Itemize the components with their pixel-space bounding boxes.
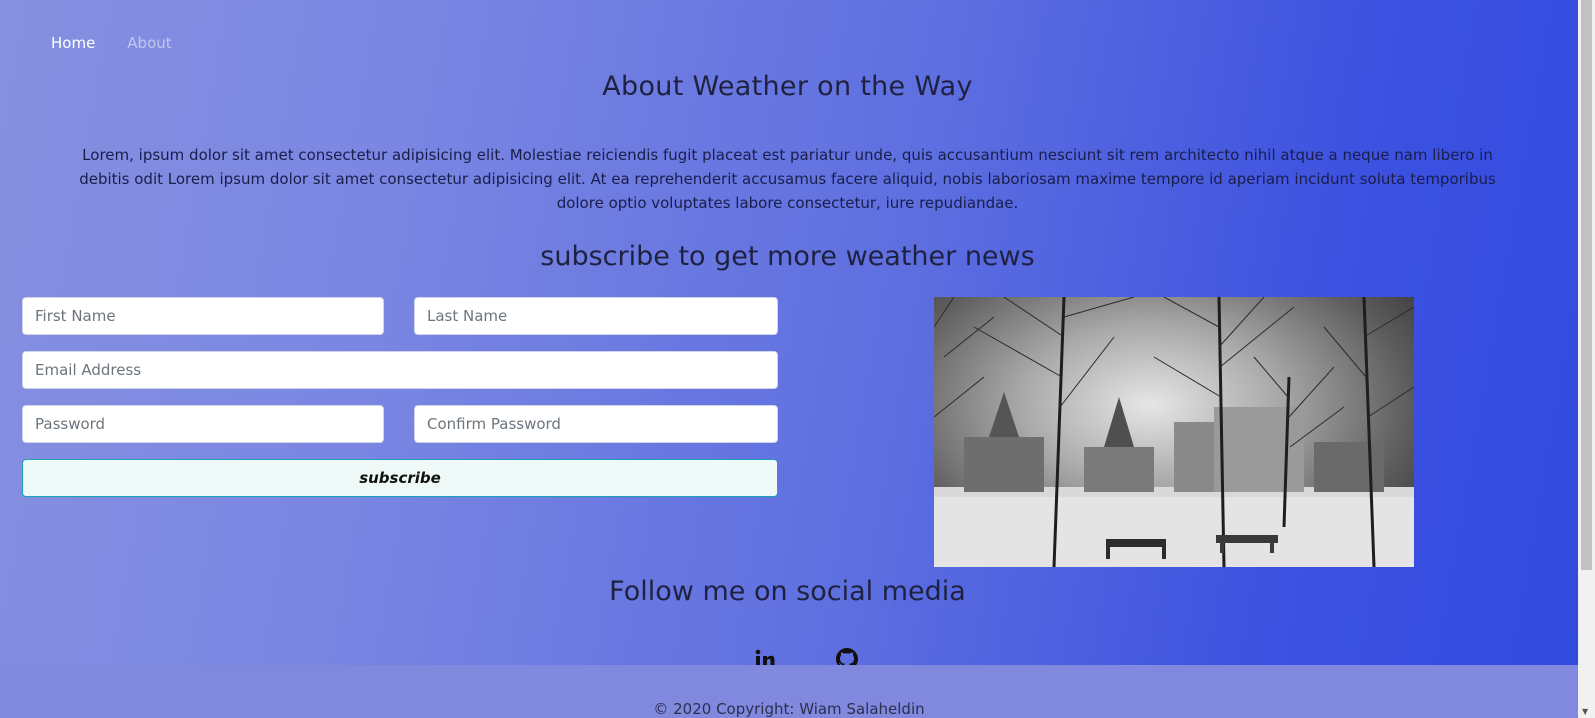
scroll-down-arrow-icon[interactable]: ▼ bbox=[1582, 707, 1588, 716]
first-name-field[interactable] bbox=[22, 297, 384, 335]
confirm-password-field[interactable] bbox=[414, 405, 778, 443]
subscribe-heading: subscribe to get more weather news bbox=[540, 241, 1035, 272]
social-heading: Follow me on social media bbox=[609, 576, 966, 607]
vertical-scrollbar[interactable]: ▼ bbox=[1578, 0, 1595, 718]
top-nav: Home About bbox=[51, 34, 172, 52]
about-text: Lorem, ipsum dolor sit amet consectetur … bbox=[79, 146, 1496, 212]
scrollbar-thumb[interactable] bbox=[1581, 0, 1592, 570]
weather-photo bbox=[934, 297, 1414, 567]
password-field[interactable] bbox=[22, 405, 384, 443]
last-name-field[interactable] bbox=[414, 297, 778, 335]
page-title: About Weather on the Way bbox=[602, 71, 973, 102]
nav-about-link[interactable]: About bbox=[127, 34, 171, 52]
copyright-text: © 2020 Copyright: Wiam Salaheldin bbox=[653, 700, 925, 718]
subscribe-button[interactable]: subscribe bbox=[22, 459, 778, 497]
footer: © 2020 Copyright: Wiam Salaheldin bbox=[0, 665, 1578, 718]
nav-home-link[interactable]: Home bbox=[51, 34, 95, 52]
snowy-park-image bbox=[934, 297, 1414, 567]
email-field[interactable] bbox=[22, 351, 778, 389]
